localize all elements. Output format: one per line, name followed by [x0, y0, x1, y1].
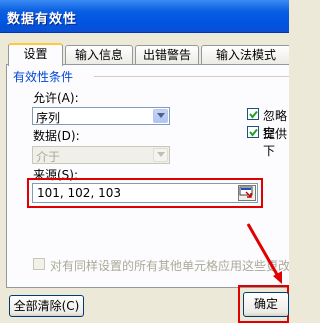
tab-input-message[interactable]: 输入信息 [65, 45, 133, 64]
allow-label: 允许(A): [33, 91, 79, 105]
in-cell-dropdown-label: 提供下 [263, 127, 288, 158]
ignore-blank-checkbox[interactable] [247, 108, 259, 120]
source-input-value: 101, 102, 103 [37, 186, 121, 200]
source-input[interactable]: 101, 102, 103 [32, 183, 258, 203]
validation-criteria-title: 有效性条件 [13, 70, 74, 84]
group-divider [94, 76, 289, 77]
check-icon [249, 128, 258, 137]
data-select-value: 介于 [36, 150, 61, 164]
tab-settings[interactable]: 设置 [8, 43, 63, 66]
clear-all-button[interactable]: 全部清除(C) [9, 295, 84, 317]
title-bar[interactable]: 数据有效性 [0, 0, 289, 33]
tab-ime-mode[interactable]: 输入法模式 [201, 45, 289, 64]
dropdown-arrow-icon [157, 152, 165, 157]
annotation-arrow-icon [246, 223, 282, 284]
ok-button[interactable]: 确定 [243, 292, 289, 317]
data-select: 介于 [32, 146, 170, 164]
data-validation-dialog: 数据有效性 设置 输入信息 出错警告 输入法模式 有效性条件 允许(A): 序列… [0, 0, 289, 323]
range-select-button[interactable] [238, 185, 256, 201]
apply-all-checkbox [33, 258, 45, 270]
allow-select[interactable]: 序列 [32, 107, 170, 125]
check-icon [249, 110, 258, 119]
allow-select-value: 序列 [36, 111, 61, 125]
data-dropdown-button [153, 148, 168, 162]
dropdown-arrow-icon [157, 113, 165, 118]
range-select-icon [239, 186, 253, 198]
tab-strip: 设置 输入信息 出错警告 输入法模式 [8, 43, 289, 66]
data-label: 数据(D): [33, 129, 80, 143]
tab-error-alert[interactable]: 出错警告 [135, 45, 199, 64]
window-title: 数据有效性 [7, 12, 78, 27]
in-cell-dropdown-checkbox[interactable] [247, 126, 259, 138]
allow-dropdown-button[interactable] [153, 109, 168, 123]
